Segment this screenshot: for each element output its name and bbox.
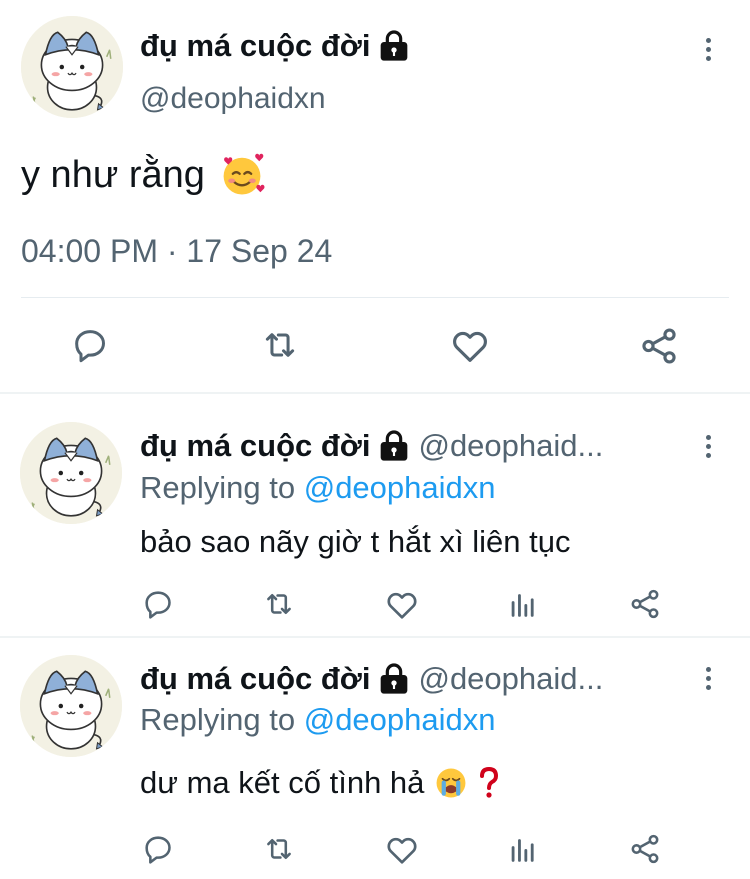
share-icon: [628, 831, 662, 867]
views-icon: [506, 832, 540, 866]
dot-icon: [705, 55, 711, 61]
retweet-button[interactable]: [261, 587, 297, 621]
like-button[interactable]: [384, 587, 420, 623]
cat-avatar-image: [21, 16, 123, 118]
share-button[interactable]: [628, 586, 662, 622]
author-name-text: đụ má cuộc đời: [140, 661, 371, 696]
cat-avatar-image: [20, 655, 122, 757]
lock-icon: [378, 430, 410, 462]
divider: [21, 297, 729, 298]
divider: [0, 392, 750, 394]
retweet-icon: [261, 832, 297, 866]
like-button[interactable]: [449, 325, 491, 367]
author-handle[interactable]: @deophaid...: [418, 661, 603, 697]
replying-to: Replying to @deophaidxn: [140, 702, 496, 738]
dot-icon: [705, 37, 711, 43]
tweet-text: y như rằng: [21, 152, 265, 198]
reply-text: bảo sao nãy giờ t hắt xì liên tục: [140, 524, 570, 560]
cat-avatar-image: [20, 422, 122, 524]
author-handle[interactable]: @deophaid...: [418, 428, 603, 464]
loudly-crying-face-icon: [436, 768, 466, 798]
retweet-button[interactable]: [261, 832, 297, 866]
retweet-button[interactable]: [258, 325, 302, 365]
divider: [0, 636, 750, 638]
like-icon: [384, 587, 420, 623]
reply-icon: [70, 325, 110, 365]
replying-to-prefix: Replying to: [140, 702, 304, 737]
replying-to-prefix: Replying to: [140, 470, 304, 505]
share-icon: [628, 586, 662, 622]
reply-text-content: dư ma kết cố tình hả: [140, 765, 425, 800]
author-name-text: đụ má cuộc đời: [140, 28, 371, 63]
retweet-icon: [258, 325, 302, 365]
tweet-text-content: y như rằng: [21, 153, 205, 196]
author-name-text: đụ má cuộc đời: [140, 428, 371, 463]
dot-icon: [705, 434, 711, 440]
red-question-mark-icon: [480, 767, 499, 798]
dot-icon: [705, 452, 711, 458]
author-handle[interactable]: @deophaidxn: [140, 82, 326, 116]
tweet-timestamp[interactable]: 04:00 PM · 17 Sep 24: [21, 233, 332, 270]
smiling-face-with-hearts-icon: [223, 153, 265, 195]
reply-button[interactable]: [70, 325, 110, 365]
retweet-icon: [261, 587, 297, 621]
reply-button[interactable]: [141, 587, 175, 621]
reply-header: đụ má cuộc đời @deophaid...: [140, 661, 668, 697]
more-options-button[interactable]: [696, 662, 720, 694]
author-name[interactable]: đụ má cuộc đời: [140, 28, 410, 64]
author-name[interactable]: đụ má cuộc đời: [140, 661, 410, 697]
dot-icon: [705, 675, 711, 681]
mention-link[interactable]: @deophaidxn: [304, 702, 496, 737]
avatar[interactable]: [21, 16, 123, 118]
reply-icon: [141, 832, 175, 866]
reply-icon: [141, 587, 175, 621]
reply-text-content: bảo sao nãy giờ t hắt xì liên tục: [140, 524, 571, 559]
share-button[interactable]: [638, 325, 680, 367]
reply-text: dư ma kết cố tình hả: [140, 765, 500, 801]
dot-icon: [705, 46, 711, 52]
reply-header: đụ má cuộc đời @deophaid...: [140, 428, 668, 464]
lock-icon: [378, 30, 410, 62]
dot-icon: [705, 443, 711, 449]
share-button[interactable]: [628, 831, 662, 867]
like-button[interactable]: [384, 832, 420, 868]
views-button[interactable]: [506, 832, 540, 866]
avatar[interactable]: [20, 655, 122, 757]
dot-icon: [705, 684, 711, 690]
views-icon: [506, 587, 540, 621]
like-icon: [449, 325, 491, 367]
mention-link[interactable]: @deophaidxn: [304, 470, 496, 505]
like-icon: [384, 832, 420, 868]
lock-icon: [378, 663, 410, 695]
more-options-button[interactable]: [696, 430, 720, 462]
more-options-button[interactable]: [696, 33, 720, 65]
share-icon: [638, 325, 680, 367]
reply-button[interactable]: [141, 832, 175, 866]
views-button[interactable]: [506, 587, 540, 621]
dot-icon: [705, 666, 711, 672]
avatar[interactable]: [20, 422, 122, 524]
replying-to: Replying to @deophaidxn: [140, 470, 496, 506]
author-name[interactable]: đụ má cuộc đời: [140, 428, 410, 464]
